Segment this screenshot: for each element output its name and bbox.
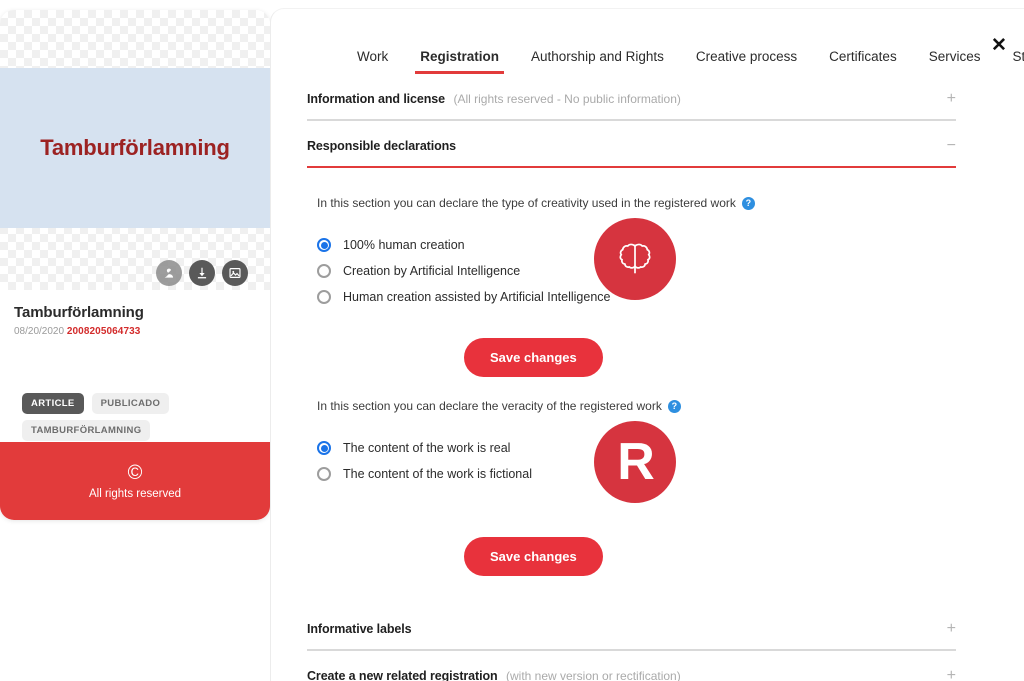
work-thumbnail-image: Tamburförlamning (0, 68, 270, 228)
accordion-create-new-related-registration-subtitle: (with new version or rectification) (505, 669, 681, 681)
work-thumbnail-text: Tamburförlamning (40, 135, 230, 160)
save-changes-button-veracity[interactable]: Save changes (464, 537, 603, 576)
creativity-declaration-block: 100% human creation Creation by Artifici… (307, 210, 956, 308)
radio-indicator[interactable] (317, 264, 331, 278)
work-date: 08/20/2020 (14, 326, 65, 337)
work-title: Tamburförlamning (14, 304, 144, 321)
accordion-responsible-declarations[interactable]: Responsible declarations − (307, 121, 956, 166)
creativity-save-wrap: Save changes (307, 338, 956, 377)
accordion-responsible-declarations-title: Responsible declarations (307, 139, 457, 153)
tab-statistics[interactable]: Statistics (996, 49, 1024, 74)
creativity-section-note-row: In this section you can declare the type… (307, 168, 956, 210)
accordion-create-new-related-registration[interactable]: Create a new related registration (with … (307, 651, 956, 681)
accordion-information-and-license-subtitle: (All rights reserved - No public informa… (453, 92, 681, 106)
work-license-footer: © All rights reserved (0, 442, 270, 520)
accordion-information-and-license-toggle[interactable]: + (947, 91, 956, 107)
accordion-information-and-license-title-wrap: Information and license (All rights rese… (307, 90, 681, 108)
work-meta: 08/20/2020 2008205064733 (14, 326, 256, 337)
radio-indicator[interactable] (317, 290, 331, 304)
tab-registration[interactable]: Registration (404, 49, 515, 74)
letter-r-glyph: R (617, 433, 655, 491)
radio-option-content-real-label: The content of the work is real (343, 441, 511, 455)
work-chips-row-1: ARTICLE PUBLICADO (14, 393, 256, 414)
app-root: Tamburförlamning Tamburförlamning 08/20/… (0, 0, 1024, 681)
accordion-informative-labels[interactable]: Informative labels + (307, 576, 956, 649)
tab-creative-process[interactable]: Creative process (680, 49, 813, 74)
work-thumbnail-area: Tamburförlamning (0, 10, 270, 290)
tab-work[interactable]: Work (341, 49, 404, 74)
veracity-section-note: In this section you can declare the vera… (317, 399, 662, 413)
radio-option-human-creation-label: 100% human creation (343, 238, 465, 252)
modal-tabs: Work Registration Authorship and Rights … (271, 9, 1024, 74)
download-icon[interactable] (189, 260, 215, 286)
anonymous-author-icon[interactable] (156, 260, 182, 286)
tab-authorship-and-rights[interactable]: Authorship and Rights (515, 49, 680, 74)
image-icon[interactable] (222, 260, 248, 286)
license-text: All rights reserved (88, 487, 182, 500)
brain-icon (594, 218, 676, 300)
help-icon[interactable]: ? (667, 399, 681, 413)
chip-tamburforlamning[interactable]: TAMBURFÖRLAMNING (22, 420, 151, 441)
chip-article[interactable]: ARTICLE (22, 393, 84, 414)
work-card: Tamburförlamning Tamburförlamning 08/20/… (0, 10, 270, 520)
accordion-create-new-related-registration-toggle[interactable]: + (947, 668, 956, 681)
work-thumbnail-actions (156, 260, 248, 286)
radio-option-content-fictional-label: The content of the work is fictional (343, 467, 532, 481)
veracity-section-note-row: In this section you can declare the vera… (307, 377, 956, 413)
accordion-create-new-related-registration-title-wrap: Create a new related registration (with … (307, 667, 681, 681)
letter-r-icon: R (594, 421, 676, 503)
modal-content: Information and license (All rights rese… (271, 74, 1024, 681)
help-icon[interactable]: ? (741, 196, 755, 210)
work-card-body: Tamburförlamning 08/20/2020 200820506473… (0, 290, 270, 337)
tab-certificates[interactable]: Certificates (813, 49, 913, 74)
accordion-create-new-related-registration-title: Create a new related registration (307, 669, 498, 681)
save-changes-button-creativity[interactable]: Save changes (464, 338, 603, 377)
radio-indicator[interactable] (317, 441, 331, 455)
accordion-information-and-license-title: Information and license (307, 92, 446, 106)
radio-option-ai-assisted-creation-label: Human creation assisted by Artificial In… (343, 290, 611, 304)
accordion-informative-labels-title: Informative labels (307, 622, 412, 636)
chip-publicado[interactable]: PUBLICADO (91, 393, 170, 414)
creativity-section-note: In this section you can declare the type… (317, 196, 736, 210)
radio-indicator[interactable] (317, 467, 331, 481)
radio-indicator[interactable] (317, 238, 331, 252)
copyright-icon: © (127, 461, 143, 484)
veracity-save-wrap: Save changes (307, 537, 956, 576)
accordion-information-and-license[interactable]: Information and license (All rights rese… (307, 74, 956, 119)
tab-services[interactable]: Services (913, 49, 997, 74)
accordion-responsible-declarations-toggle[interactable]: − (947, 138, 956, 154)
veracity-declaration-block: The content of the work is real The cont… (307, 413, 956, 503)
work-chips-row-2: TAMBURFÖRLAMNING (14, 420, 256, 441)
accordion-responsible-declarations-title-wrap: Responsible declarations (307, 137, 456, 155)
accordion-informative-labels-title-wrap: Informative labels (307, 620, 412, 638)
accordion-informative-labels-toggle[interactable]: + (947, 621, 956, 637)
registration-modal: ✕ Work Registration Authorship and Right… (270, 8, 1024, 681)
radio-option-ai-creation-label: Creation by Artificial Intelligence (343, 264, 521, 278)
work-chips: ARTICLE PUBLICADO TAMBURFÖRLAMNING (0, 393, 270, 441)
work-registration-code: 2008205064733 (66, 326, 141, 337)
